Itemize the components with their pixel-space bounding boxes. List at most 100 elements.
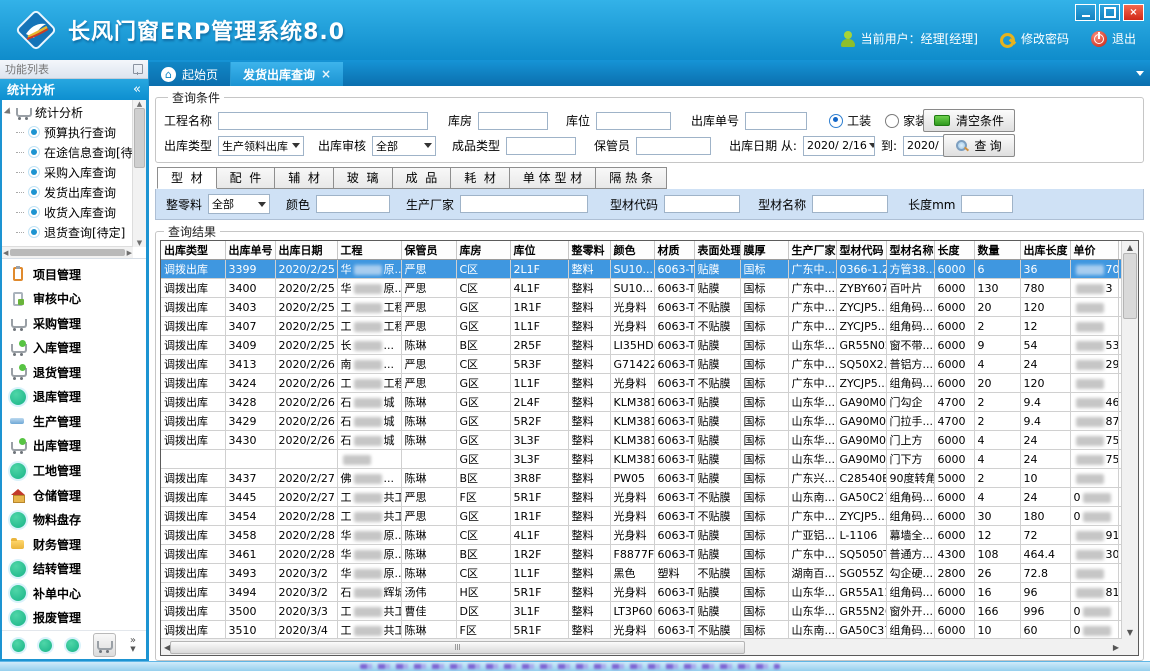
color-input[interactable] (316, 195, 390, 213)
module-item-物料盘存[interactable]: 物料盘存 (2, 507, 146, 532)
grid-vertical-scrollbar[interactable]: ▲▼ (1121, 241, 1138, 639)
section-header[interactable]: 统计分析 « (0, 79, 148, 100)
column-header-保管员[interactable]: 保管员 (401, 241, 456, 260)
module-item-工地管理[interactable]: 工地管理 (2, 458, 146, 483)
close-button[interactable]: × (1123, 4, 1144, 21)
column-header-型材代码[interactable]: 型材代码 (836, 241, 886, 260)
material-tab-辅材[interactable]: 辅 材 (275, 167, 334, 189)
module-item-审核中心[interactable]: 审核中心 (2, 287, 146, 312)
cart-module-button[interactable] (93, 633, 116, 657)
column-header-数量[interactable]: 数量 (974, 241, 1020, 260)
profile-code-input[interactable] (664, 195, 740, 213)
search-button[interactable]: 查 询 (943, 134, 1015, 157)
tree-item-收货入库查询[interactable]: 收货入库查询 (2, 202, 133, 222)
material-tab-耗材[interactable]: 耗 材 (451, 167, 510, 189)
tree-item-退货查询[待定][interactable]: 退货查询[待定] (2, 222, 133, 242)
column-header-库房[interactable]: 库房 (456, 241, 510, 260)
radio-home[interactable]: 家装 (885, 112, 927, 129)
table-row[interactable]: 调拨出库34582020/2/28华原...陈琳C区4L1F整料光身料6063-… (161, 526, 1122, 545)
date-from-select[interactable]: 2020/ 2/16 (803, 136, 875, 156)
table-row[interactable]: 调拨出库34612020/2/28华原...陈琳B区1R2F整料F8877FT6… (161, 545, 1122, 564)
module-dot-icon[interactable] (66, 639, 79, 652)
tree-horizontal-scrollbar[interactable]: ◀▶ (2, 246, 133, 258)
module-item-财务管理[interactable]: 财务管理 (2, 532, 146, 557)
radio-industrial[interactable]: 工装 (829, 112, 871, 129)
column-header-工程[interactable]: 工程 (337, 241, 401, 260)
table-row[interactable]: 调拨出库34302020/2/26石城陈琳G区3L3F整料KLM38176063… (161, 431, 1122, 450)
table-row[interactable]: 调拨出库34132020/2/26南...严思C区5R3F整料G71422606… (161, 355, 1122, 374)
tree-item-发货出库查询[interactable]: 发货出库查询 (2, 182, 133, 202)
pin-icon[interactable] (133, 64, 143, 74)
table-row[interactable]: 调拨出库34092020/2/25长...陈琳B区2R5F整料LI35HD606… (161, 336, 1122, 355)
project-name-input[interactable] (218, 112, 428, 130)
module-item-退货管理[interactable]: 退货管理 (2, 360, 146, 385)
module-item-报废管理[interactable]: 报废管理 (2, 605, 146, 630)
product-type-input[interactable] (506, 137, 576, 155)
module-item-生产管理[interactable]: 生产管理 (2, 409, 146, 434)
column-header-出库日期[interactable]: 出库日期 (275, 241, 337, 260)
tree-item-在途信息查询[待[interactable]: 在途信息查询[待 (2, 142, 133, 162)
tab-shipping-outbound-query[interactable]: 发货出库查询 × (231, 62, 343, 86)
column-header-出库类型[interactable]: 出库类型 (161, 241, 225, 260)
table-row[interactable]: 调拨出库34542020/2/28工共工程严思G区1R1F整料光身料6063-T… (161, 507, 1122, 526)
table-row[interactable]: 调拨出库34242020/2/26工工程严思G区1L1F整料光身料6063-T5… (161, 374, 1122, 393)
keeper-input[interactable] (636, 137, 711, 155)
table-row[interactable]: 调拨出库35102020/3/4工共工程陈琳F区5R1F整料光身料6063-T5… (161, 621, 1122, 640)
out-type-select[interactable]: 生产领料出库 (218, 136, 304, 156)
table-row[interactable]: G区3L3F整料KLM38176063-T5贴膜国标山东华...GA90M09.… (161, 450, 1122, 469)
column-header-长度[interactable]: 长度 (934, 241, 974, 260)
collapse-icon[interactable]: « (133, 82, 141, 97)
location-input[interactable] (596, 112, 671, 130)
module-item-补单中心[interactable]: 补单中心 (2, 581, 146, 606)
table-row[interactable]: 调拨出库34452020/2/27工共工程严思F区5R1F整料光身料6063-T… (161, 488, 1122, 507)
tree-root-statistics[interactable]: 统计分析 (2, 102, 133, 122)
minimize-button[interactable] (1075, 4, 1096, 21)
column-header-库位[interactable]: 库位 (510, 241, 568, 260)
material-tab-成品[interactable]: 成 品 (393, 167, 452, 189)
tree-expander-icon[interactable] (4, 107, 13, 116)
column-header-出库单号[interactable]: 出库单号 (225, 241, 275, 260)
length-input[interactable] (961, 195, 1013, 213)
table-row[interactable]: 调拨出库34072020/2/25工工程严思G区1L1F整料光身料6063-T5… (161, 317, 1122, 336)
module-dot-icon[interactable] (12, 639, 25, 652)
module-dot-icon[interactable] (39, 639, 52, 652)
column-header-整零料[interactable]: 整零料 (568, 241, 610, 260)
column-header-颜色[interactable]: 颜色 (610, 241, 654, 260)
module-item-退库管理[interactable]: 退库管理 (2, 385, 146, 410)
material-tab-玻璃[interactable]: 玻 璃 (334, 167, 393, 189)
clear-conditions-button[interactable]: 清空条件 (923, 109, 1015, 132)
module-item-入库管理[interactable]: 入库管理 (2, 336, 146, 361)
scrollbar-thumb[interactable] (170, 641, 745, 654)
maximize-button[interactable] (1099, 4, 1120, 21)
column-header-膜厚[interactable]: 膜厚 (740, 241, 788, 260)
manufacturer-input[interactable] (460, 195, 588, 213)
warehouse-input[interactable] (478, 112, 548, 130)
grid-horizontal-scrollbar[interactable]: ◀ ▶ (161, 638, 1122, 655)
tab-home[interactable]: ⌂ 起始页 (149, 62, 231, 86)
change-password-button[interactable]: 修改密码 (1000, 30, 1069, 47)
module-item-采购管理[interactable]: 采购管理 (2, 311, 146, 336)
order-no-input[interactable] (745, 112, 807, 130)
tree-item-采购入库查询[interactable]: 采购入库查询 (2, 162, 133, 182)
table-row[interactable]: 调拨出库34932020/3/2华原...陈琳C区1L1F整料黑色塑料不贴膜国标… (161, 564, 1122, 583)
tab-close-icon[interactable]: × (321, 67, 331, 81)
tree-item-预算执行查询[interactable]: 预算执行查询 (2, 122, 133, 142)
material-tab-单体型材[interactable]: 单 体 型 材 (510, 167, 596, 189)
column-header-生产厂家[interactable]: 生产厂家 (788, 241, 836, 260)
table-row[interactable]: 调拨出库34372020/2/27佛...陈琳B区3R8F整料PW056063-… (161, 469, 1122, 488)
module-item-项目管理[interactable]: 项目管理 (2, 262, 146, 287)
whole-part-select[interactable]: 全部 (208, 194, 270, 214)
column-header-单价[interactable]: 单价 (1070, 241, 1118, 260)
module-item-结转管理[interactable]: 结转管理 (2, 556, 146, 581)
table-row[interactable]: 调拨出库35002020/3/3工共工程曹佳D区3L1F整料LT3P606063… (161, 602, 1122, 621)
tree-vertical-scrollbar[interactable]: ▲▼ (132, 100, 146, 247)
column-header-型材名称[interactable]: 型材名称 (886, 241, 934, 260)
material-tab-隔热条[interactable]: 隔 热 条 (596, 167, 667, 189)
audit-select[interactable]: 全部 (372, 136, 436, 156)
table-row[interactable]: 调拨出库33992020/2/25华原...严思C区2L1F整料SU10...6… (161, 260, 1122, 279)
table-row[interactable]: 调拨出库34002020/2/25华原...严思C区4L1F整料SU10...6… (161, 279, 1122, 298)
table-row[interactable]: 调拨出库34282020/2/26石城陈琳G区2L4F整料KLM38176063… (161, 393, 1122, 412)
table-row[interactable]: 调拨出库34032020/2/25工工程严思G区1R1F整料光身料6063-T5… (161, 298, 1122, 317)
column-header-出库长度[interactable]: 出库长度 (1020, 241, 1070, 260)
table-row[interactable]: 调拨出库34942020/3/2石辉城汤伟H区5R1F整料光身料6063-T5贴… (161, 583, 1122, 602)
